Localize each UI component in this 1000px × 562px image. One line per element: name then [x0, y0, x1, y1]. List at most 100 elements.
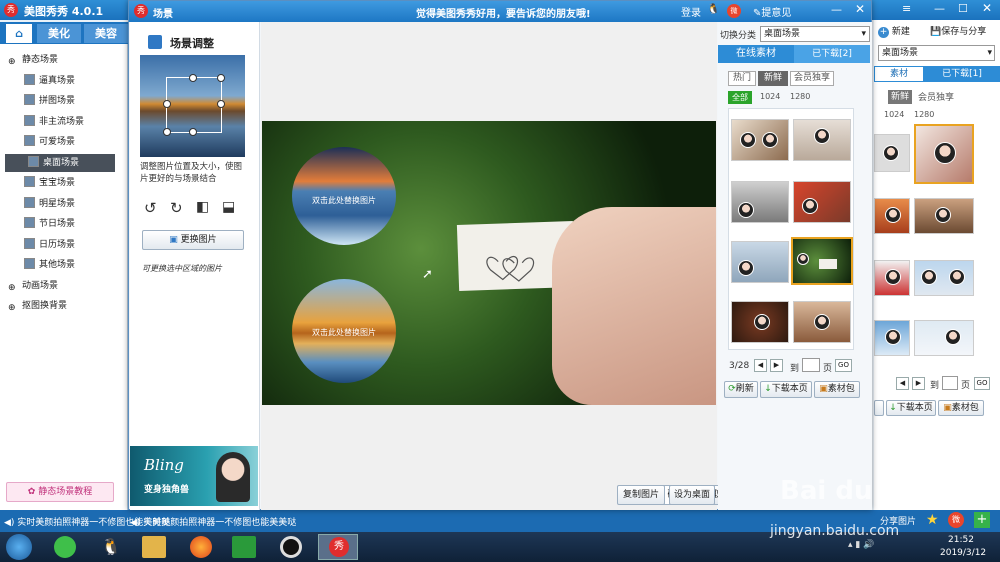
menu-icon[interactable]: ≡ — [902, 2, 911, 15]
size-1024[interactable]: 1024 — [760, 92, 780, 101]
resize-handle[interactable] — [163, 100, 171, 108]
home-icon[interactable]: ⌂ — [6, 24, 32, 43]
copy-image-button[interactable]: 复制图片 — [617, 485, 665, 505]
resize-handle[interactable] — [163, 128, 171, 136]
taskbar-explorer-icon[interactable] — [142, 536, 166, 558]
main-prev-page-button[interactable]: ◀ — [896, 377, 909, 390]
close-icon[interactable]: ✕ — [982, 1, 992, 15]
page-input[interactable] — [802, 358, 820, 372]
go-button[interactable]: GO — [835, 359, 852, 372]
tree-item[interactable]: ⊕ 抠图换背景 — [8, 297, 67, 315]
main-filter-fresh[interactable]: 新鲜 — [888, 90, 912, 104]
main-download-page-button[interactable]: ↓下载本页 — [886, 400, 936, 416]
crop-selection-box[interactable] — [163, 74, 225, 136]
new-button[interactable]: + 新建 — [878, 24, 910, 38]
filter-member-only[interactable]: 会员独享 — [790, 71, 834, 86]
material-thumb[interactable] — [731, 119, 789, 161]
material-thumb[interactable] — [793, 301, 851, 343]
taskbar-video-icon[interactable] — [232, 536, 256, 558]
main-material-thumb[interactable] — [914, 260, 974, 296]
main-pack-button[interactable]: ▣素材包 — [938, 400, 984, 416]
tree-item[interactable]: 非主流场景 — [24, 113, 84, 131]
main-category-select[interactable]: 桌面场景 ▾ — [878, 45, 995, 61]
tree-item[interactable]: 可爱场景 — [24, 133, 75, 151]
resize-handle[interactable] — [189, 74, 197, 82]
photo-slot-1[interactable]: 双击此处替换图片 — [292, 147, 396, 245]
main-filter-member[interactable]: 会员独享 — [918, 90, 954, 103]
resize-handle[interactable] — [217, 74, 225, 82]
resize-handle[interactable] — [189, 128, 197, 136]
rotate-left-icon[interactable]: ↺ — [144, 199, 157, 217]
tab-downloaded[interactable]: 已下载[2] — [794, 45, 870, 63]
material-thumb[interactable] — [793, 119, 851, 161]
main-next-page-button[interactable]: ▶ — [912, 377, 925, 390]
material-pack-button[interactable]: ▣素材包 — [814, 381, 860, 398]
share-banner[interactable]: 觉得美图秀秀好用，要告诉您的朋友哦! — [416, 5, 591, 20]
tab-beauty[interactable]: 美容 — [84, 24, 128, 43]
photo-slot-2[interactable]: 双击此处替换图片 — [292, 279, 396, 383]
tree-item[interactable]: 日历场景 — [24, 236, 75, 254]
resize-handle[interactable] — [217, 100, 225, 108]
material-thumb-selected[interactable] — [791, 237, 853, 285]
qq-icon[interactable]: 🐧 — [707, 4, 721, 18]
main-material-thumb-selected[interactable] — [914, 124, 974, 184]
tree-item[interactable]: 其他场景 — [24, 256, 75, 274]
crop-preview-image[interactable] — [140, 55, 245, 157]
tree-item[interactable]: 桌面场景 — [5, 153, 115, 172]
main-page-input[interactable] — [942, 376, 958, 390]
start-button[interactable] — [6, 534, 32, 560]
tree-item[interactable]: 宝宝场景 — [24, 174, 75, 192]
size-1280[interactable]: 1280 — [790, 92, 810, 101]
main-material-thumb[interactable] — [914, 320, 974, 356]
filter-hot[interactable]: 热门 — [728, 71, 756, 86]
maximize-icon[interactable]: ☐ — [958, 2, 968, 15]
material-thumb[interactable] — [731, 241, 789, 283]
filter-fresh[interactable]: 新鲜 — [758, 71, 788, 86]
dialog-minimize-icon[interactable]: — — [831, 3, 842, 16]
next-page-button[interactable]: ▶ — [770, 359, 783, 372]
material-thumb[interactable] — [793, 181, 851, 223]
main-material-thumb[interactable] — [914, 198, 974, 234]
replace-image-button[interactable]: ▣ 更换图片 — [142, 230, 244, 250]
scene-preview-canvas[interactable]: 双击此处替换图片 双击此处替换图片 ➚ — [262, 121, 716, 405]
dialog-close-icon[interactable]: ✕ — [855, 2, 865, 16]
weibo-icon[interactable]: 微 — [948, 512, 964, 528]
feedback-link[interactable]: ✎提意见 — [753, 4, 791, 19]
refresh-button[interactable]: ⟳刷新 — [724, 381, 758, 398]
tray-icons[interactable]: ▴ ▮ 🔊 — [848, 540, 874, 550]
main-material-thumb[interactable] — [874, 134, 910, 172]
taskbar-qq-icon[interactable]: 🐧 — [100, 536, 122, 558]
size-all[interactable]: 全部 — [728, 91, 752, 104]
save-share-button[interactable]: 💾保存与分享 — [930, 24, 986, 37]
taskbar-app-360-icon[interactable] — [54, 536, 76, 558]
main-tab-online[interactable]: 素材 — [874, 66, 924, 82]
login-link[interactable]: 登录 — [681, 4, 701, 19]
star-icon[interactable]: ★ — [926, 512, 942, 528]
status-ad-text-dialog[interactable]: ◀) 实时美颜拍照神器一不修图也能美美哒 — [130, 515, 296, 528]
main-go-button[interactable]: GO — [974, 377, 990, 390]
rotate-right-icon[interactable]: ↻ — [170, 199, 183, 217]
tree-item[interactable]: 节日场景 — [24, 215, 75, 233]
tree-item[interactable]: ⊕ 动画场景 — [8, 277, 58, 295]
taskbar-meitu-button[interactable]: 秀 — [318, 534, 358, 560]
main-material-thumb[interactable] — [874, 198, 910, 234]
main-tab-downloaded[interactable]: 已下载[1] — [924, 66, 1000, 82]
main-size-1280[interactable]: 1280 — [914, 110, 934, 119]
flip-horizontal-icon[interactable]: ◧ — [196, 199, 209, 215]
plus-green-icon[interactable]: + — [974, 512, 990, 528]
taskbar-recorder-icon[interactable] — [280, 536, 302, 558]
static-scene-tutorial-button[interactable]: ✿ 静态场景教程 — [6, 482, 114, 502]
main-material-thumb[interactable] — [874, 260, 910, 296]
category-select[interactable]: 桌面场景 ▾ — [760, 26, 870, 42]
bling-ad-banner[interactable]: Bling 变身独角兽 — [130, 446, 258, 506]
weibo-icon[interactable]: 微 — [727, 4, 741, 18]
download-page-button[interactable]: ↓下载本页 — [760, 381, 812, 398]
main-material-thumb[interactable] — [874, 320, 910, 356]
prev-page-button[interactable]: ◀ — [754, 359, 767, 372]
tree-item[interactable]: 明星场景 — [24, 195, 75, 213]
main-refresh-button[interactable] — [874, 400, 884, 416]
set-wallpaper-button[interactable]: 设为桌面 — [669, 485, 715, 505]
material-thumb[interactable] — [731, 301, 789, 343]
tree-item[interactable]: ⊕ 静态场景 — [8, 51, 58, 69]
taskbar-firefox-icon[interactable] — [190, 536, 212, 558]
